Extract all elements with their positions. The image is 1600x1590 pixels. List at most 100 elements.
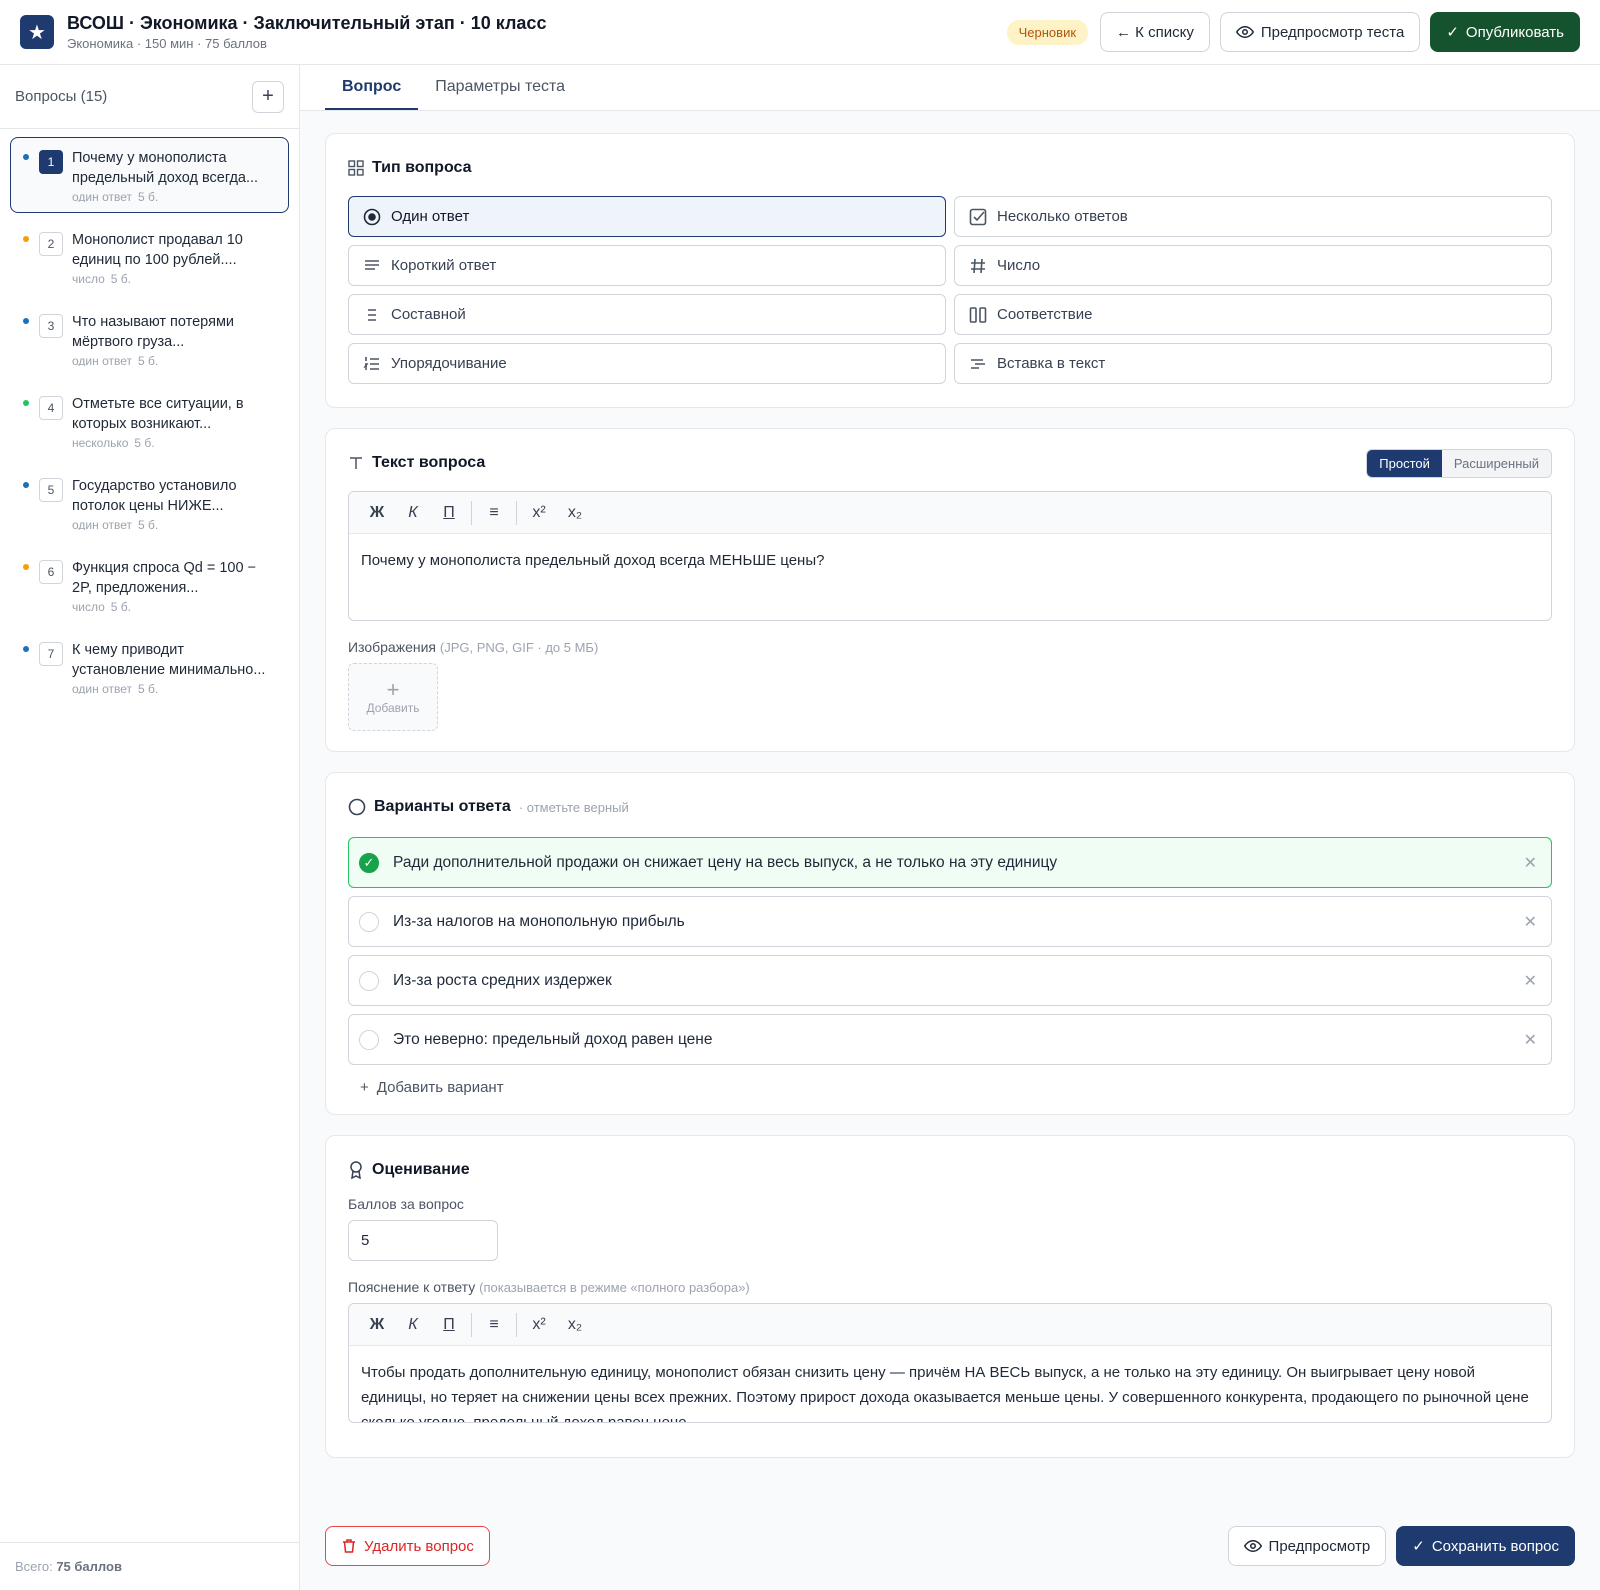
close-icon[interactable]: ✕ xyxy=(1524,971,1537,991)
save-question-label: Сохранить вопрос xyxy=(1431,1537,1559,1555)
add-question-button[interactable]: + xyxy=(252,80,284,113)
superscript-button[interactable]: x² xyxy=(521,1316,557,1334)
publish-button[interactable]: ✓ Опубликовать xyxy=(1430,12,1580,52)
correct-check-icon[interactable]: ✓ xyxy=(359,852,379,873)
answer-text[interactable]: Из-за роста средних издержек xyxy=(393,972,612,990)
editor-mode-toggle: Простой Расширенный xyxy=(1366,448,1552,478)
list-button[interactable]: ≡ xyxy=(476,1316,512,1334)
radio-icon[interactable] xyxy=(359,1029,379,1050)
italic-button[interactable]: К xyxy=(395,504,431,522)
page-subtitle: Экономика · 150 мин · 75 баллов xyxy=(67,36,267,51)
mode-extended-button[interactable]: Расширенный xyxy=(1441,449,1551,477)
explanation-content[interactable]: Чтобы продать дополнительную единицу, мо… xyxy=(349,1346,1551,1422)
tab-question[interactable]: Вопрос xyxy=(325,65,419,110)
back-to-list-button[interactable]: ← К списку xyxy=(1100,12,1210,52)
list-button[interactable]: ≡ xyxy=(476,504,512,522)
points-input[interactable]: 5 xyxy=(348,1220,498,1261)
type-multiple-answers[interactable]: Несколько ответов xyxy=(954,196,1552,237)
radio-icon[interactable] xyxy=(359,970,379,991)
bold-button[interactable]: Ж xyxy=(359,504,395,522)
text-lines-icon xyxy=(365,259,379,270)
header-actions: Черновик ← К списку Предпросмотр теста ✓… xyxy=(1006,12,1580,52)
type-text-insert[interactable]: Вставка в текст xyxy=(954,343,1552,384)
delete-question-button[interactable]: Удалить вопрос xyxy=(325,1526,490,1566)
answers-hint: · отметьте верный xyxy=(518,799,629,815)
grading-title: Оценивание xyxy=(372,1161,470,1178)
close-icon[interactable]: ✕ xyxy=(1524,912,1537,932)
question-type: несколько xyxy=(72,436,129,448)
total-prefix: Всего: xyxy=(15,1559,53,1574)
question-points: 5 б. xyxy=(138,354,159,366)
type-short-answer[interactable]: Короткий ответ xyxy=(348,245,946,286)
question-item-2[interactable]: 2 Монополист продавал 10 единиц по 100 р… xyxy=(10,219,289,295)
answer-text[interactable]: Ради дополнительной продажи он снижает ц… xyxy=(393,854,1057,872)
answers-title: Варианты ответа xyxy=(374,798,511,815)
question-list: 1 Почему у монополиста предельный доход … xyxy=(0,129,299,719)
question-text-content[interactable]: Почему у монополиста предельный доход вс… xyxy=(349,534,1551,620)
preview-button[interactable]: Предпросмотр xyxy=(1227,1526,1387,1566)
preview-label: Предпросмотр xyxy=(1268,1537,1371,1555)
eye-icon xyxy=(1235,25,1254,39)
main-panel: Вопрос Параметры теста Тип вопроса Один … xyxy=(300,65,1600,1590)
list-icon xyxy=(368,308,376,321)
toolbar-divider xyxy=(516,500,517,525)
type-label: Упорядочивание xyxy=(391,355,507,372)
add-variant-button[interactable]: + Добавить вариант xyxy=(348,1079,1552,1096)
explanation-editor: Ж К П ≡ x² x₂ Чтобы продать дополнительн… xyxy=(348,1303,1552,1423)
question-type: один ответ xyxy=(72,518,132,530)
type-single-answer[interactable]: Один ответ xyxy=(348,196,946,237)
type-compound[interactable]: Составной xyxy=(348,294,946,335)
type-label: Короткий ответ xyxy=(391,257,497,274)
question-type-grid: Один ответ Несколько ответов Короткий от… xyxy=(348,196,1552,384)
underline-button[interactable]: П xyxy=(431,1316,467,1334)
answer-text[interactable]: Это неверно: предельный доход равен цене xyxy=(393,1031,712,1049)
answer-option: Из-за роста средних издержек ✕ xyxy=(348,955,1552,1006)
circle-icon xyxy=(348,798,366,816)
ordered-list-icon xyxy=(363,356,379,370)
preview-test-button[interactable]: Предпросмотр теста xyxy=(1219,12,1421,52)
question-preview: К чему приводит установление минимально.… xyxy=(72,642,266,678)
add-image-button[interactable]: + Добавить xyxy=(348,663,438,731)
close-icon[interactable]: ✕ xyxy=(1524,853,1537,873)
type-ordering[interactable]: Упорядочивание xyxy=(348,343,946,384)
radio-icon[interactable] xyxy=(359,911,379,932)
type-matching[interactable]: Соответствие xyxy=(954,294,1552,335)
type-label: Один ответ xyxy=(391,208,470,225)
tab-bar: Вопрос Параметры теста xyxy=(300,65,1600,111)
tab-test-settings[interactable]: Параметры теста xyxy=(418,65,582,110)
grading-card: Оценивание Баллов за вопрос 5 Пояснение … xyxy=(325,1135,1575,1458)
question-number: 1 xyxy=(39,150,63,174)
question-item-7[interactable]: 7 К чему приводит установление минимальн… xyxy=(10,629,289,705)
save-question-button[interactable]: ✓ Сохранить вопрос xyxy=(1396,1526,1575,1566)
sidebar-total: Всего: 75 баллов xyxy=(0,1542,299,1590)
questions-sidebar: Вопросы (15) + 1 Почему у монополиста пр… xyxy=(0,65,300,1590)
close-icon[interactable]: ✕ xyxy=(1524,1030,1537,1050)
bold-button[interactable]: Ж xyxy=(359,1316,395,1334)
mode-simple-button[interactable]: Простой xyxy=(1367,449,1442,477)
editor-toolbar: Ж К П ≡ x² x₂ xyxy=(349,492,1551,534)
question-item-1[interactable]: 1 Почему у монополиста предельный доход … xyxy=(10,137,289,213)
question-item-3[interactable]: 3 Что называют потерями мёртвого груза..… xyxy=(10,301,289,377)
type-dot xyxy=(23,564,29,570)
superscript-button[interactable]: x² xyxy=(521,504,557,522)
images-label-text: Изображения xyxy=(348,639,436,655)
question-item-6[interactable]: 6 Функция спроса Qd = 100 − 2P, предложе… xyxy=(10,547,289,623)
type-label: Соответствие xyxy=(997,306,1093,323)
question-type-heading: Тип вопроса xyxy=(348,154,1552,182)
italic-button[interactable]: К xyxy=(395,1316,431,1334)
question-number: 3 xyxy=(39,314,63,338)
subscript-button[interactable]: x₂ xyxy=(557,504,593,522)
award-icon xyxy=(350,1161,362,1179)
question-number: 2 xyxy=(39,232,63,256)
status-badge: Черновик xyxy=(1006,19,1089,45)
question-item-4[interactable]: 4 Отметьте все ситуации, в которых возни… xyxy=(10,383,289,459)
footer-right: Предпросмотр ✓ Сохранить вопрос xyxy=(1227,1526,1575,1566)
sidebar-header: Вопросы (15) + xyxy=(0,65,299,129)
underline-button[interactable]: П xyxy=(431,504,467,522)
question-text-editor: Ж К П ≡ x² x₂ Почему у монополиста преде… xyxy=(348,491,1552,621)
question-item-5[interactable]: 5 Государство установило потолок цены НИ… xyxy=(10,465,289,541)
add-image-label: Добавить xyxy=(366,701,420,715)
answer-text[interactable]: Из-за налогов на монопольную прибыль xyxy=(393,913,685,931)
subscript-button[interactable]: x₂ xyxy=(557,1316,593,1334)
type-number[interactable]: Число xyxy=(954,245,1552,286)
